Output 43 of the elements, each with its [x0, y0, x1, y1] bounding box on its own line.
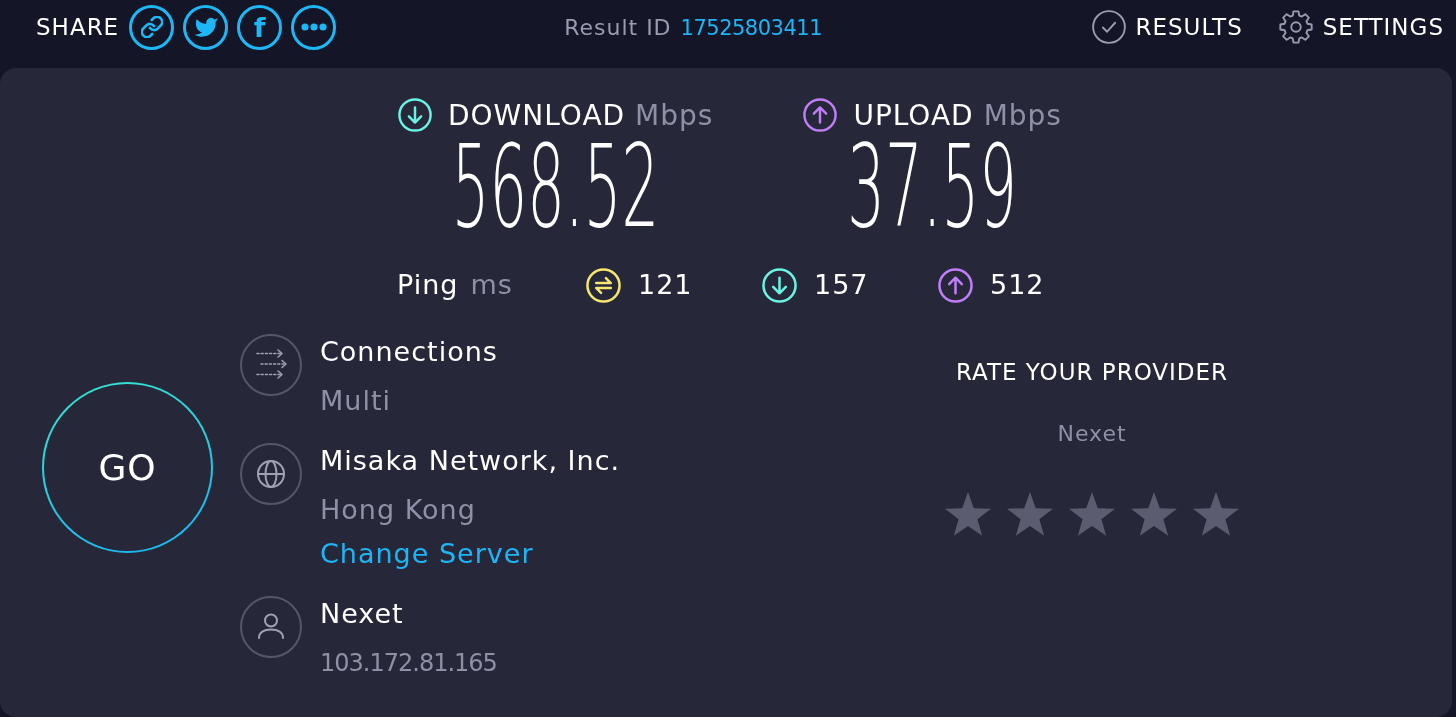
info-value: Multi	[320, 384, 391, 418]
share-label: SHARE	[36, 14, 120, 40]
result-id-link[interactable]: 17525803411	[680, 15, 823, 40]
star-icon[interactable]	[1131, 492, 1177, 536]
rating-title: RATE YOUR PROVIDER	[955, 358, 1229, 387]
unit-label: Mbps	[983, 98, 1062, 132]
star-icon[interactable]	[1193, 492, 1239, 536]
bird-icon	[193, 17, 218, 37]
globe-icon	[240, 443, 302, 505]
go-button[interactable]: GO	[42, 382, 213, 553]
speed-value: 37.59	[847, 130, 1018, 244]
link-icon	[140, 16, 163, 38]
nav-button[interactable]: RESULTS	[1091, 10, 1243, 44]
share-button[interactable]	[129, 4, 175, 50]
info-title: Nexet	[320, 597, 404, 631]
unit-label: Mbps	[635, 98, 714, 132]
info-title: Connections	[320, 335, 498, 369]
share-button[interactable]	[291, 4, 337, 50]
provider-name: Nexet	[1057, 420, 1127, 448]
unit-label: ms	[470, 268, 513, 302]
ping-label: Ping	[397, 268, 459, 302]
speed-label: UPLOAD	[853, 98, 974, 132]
dotted-arrows-icon	[240, 334, 302, 396]
ping-value: 121	[638, 268, 693, 302]
star-icon[interactable]	[1069, 492, 1115, 536]
speed-label: DOWNLOAD	[448, 98, 626, 132]
share-button[interactable]	[183, 4, 229, 50]
nav-button[interactable]: SETTINGS	[1278, 10, 1444, 44]
info-title: Misaka Network, Inc.	[320, 444, 621, 478]
share-button[interactable]: f	[237, 4, 283, 50]
more-icon	[300, 23, 327, 31]
info-value: 103.172.81.165	[320, 648, 497, 679]
star-icon[interactable]	[945, 492, 991, 536]
result-id-label: Result ID	[564, 14, 672, 40]
change-server-link[interactable]: Change Server	[320, 536, 534, 572]
ping-value: 157	[814, 268, 869, 302]
ping-value: 512	[990, 268, 1045, 302]
info-value: Hong Kong	[320, 493, 476, 527]
person-icon	[240, 596, 302, 658]
settings-icon	[1278, 10, 1313, 44]
star-icon[interactable]	[1007, 492, 1053, 536]
check-circle-icon	[1091, 10, 1126, 44]
speed-value: 568.52	[452, 130, 660, 244]
